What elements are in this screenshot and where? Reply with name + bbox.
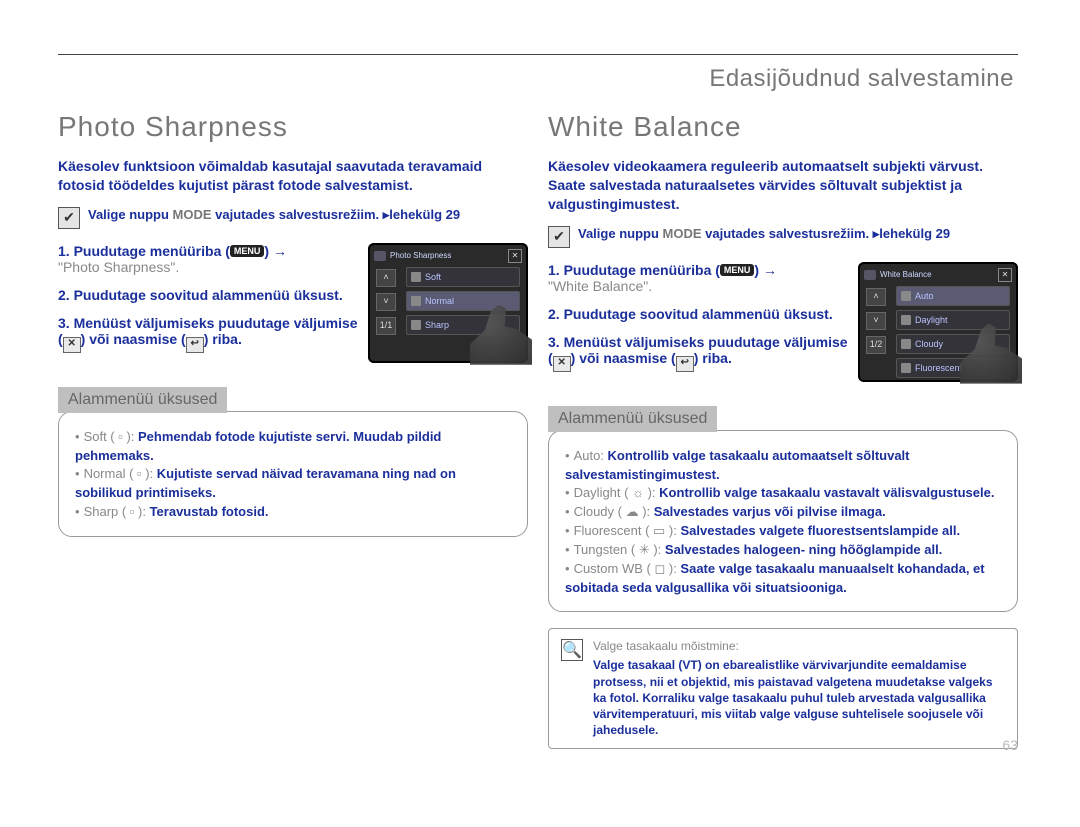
check-icon: ✔ [58,207,80,229]
bullet-sharp: •Sharp ( ▫ ): Teravustab fotosid. [75,503,511,522]
step2: 2. Puudutage soovitud alammenüü üksust. [58,287,360,303]
section-photo-sharpness: Photo Sharpness Käesolev funktsioon võim… [58,111,528,749]
mode-note: Valige nuppu MODE vajutades salvestusrež… [88,207,460,223]
check-icon: ✔ [548,226,570,248]
mode-note-wb: Valige nuppu MODE vajutades salvestusrež… [578,226,950,242]
lcd-paging-wb: 1/2 [866,336,886,354]
step1-wb: 1. Puudutage menüüriba (MENU) → [548,262,777,278]
info-body: Valge tasakaal (VT) on ebarealistlike vä… [593,657,1005,738]
bullet-cloudy: •Cloudy ( ☁ ): Salvestades varjus või pi… [565,503,1001,522]
lcd-up-icon: ˄ [866,288,886,306]
submenu-panel: •Soft ( ▫ ): Pehmendab fotode kujutiste … [58,411,528,537]
heading-white-balance: White Balance [548,111,1018,143]
lcd-option-auto: Auto [896,286,1010,306]
step1: 1. Puudutage menüüriba (MENU) → [58,243,287,259]
bullet-custom-wb: •Custom WB ( ◻ ): Saate valge tasakaalu … [565,560,1001,598]
lcd-up-icon: ˄ [376,269,396,287]
camera-icon [374,251,386,261]
bullet-daylight: •Daylight ( ☼ ): Kontrollib valge tasaka… [565,484,1001,503]
lcd-title: Photo Sharpness [390,251,451,260]
lcd-preview-sharpness: Photo Sharpness ✕ ˄ ˅ 1/1 Soft Normal Sh… [368,243,528,363]
info-box: 🔍 Valge tasakaalu mõistmine: Valge tasak… [548,628,1018,749]
step2-wb: 2. Puudutage soovitud alammenüü üksust. [548,306,850,322]
step3: 3. Menüüst väljumiseks puudutage väljumi… [58,315,360,353]
step3-wb: 3. Menüüst väljumiseks puudutage väljumi… [548,334,850,372]
bullet-fluorescent: •Fluorescent ( ▭ ): Salvestades valgete … [565,522,1001,541]
bullet-soft: •Soft ( ▫ ): Pehmendab fotode kujutiste … [75,428,511,466]
info-title: Valge tasakaalu mõistmine: [593,639,1005,653]
lcd-title-wb: White Balance [880,270,932,279]
close-icon: ✕ [553,356,571,372]
lcd-preview-wb: White Balance ✕ ˄ ˅ 1/2 Auto Daylight Cl… [858,262,1018,382]
submenu-panel-wb: •Auto: Kontrollib valge tasakaalu automa… [548,430,1018,613]
heading-photo-sharpness: Photo Sharpness [58,111,528,143]
intro-text-wb: Käesolev videokaamera reguleerib automaa… [548,157,1018,214]
lcd-paging: 1/1 [376,317,396,335]
step1-wb-item: "White Balance". [548,278,652,294]
close-icon: ✕ [63,337,81,353]
bullet-normal: •Normal ( ▫ ): Kujutiste servad näivad t… [75,465,511,503]
return-icon: ↩ [676,356,694,372]
submenu-header-wb: Alammenüü üksused [548,406,717,432]
bullet-tungsten: •Tungsten ( ✳ ): Salvestades halogeen- n… [565,541,1001,560]
camera-icon [864,270,876,280]
step1-item: "Photo Sharpness". [58,259,179,275]
lcd-down-icon: ˅ [376,293,396,311]
lcd-option-soft: Soft [406,267,520,287]
page-number: 63 [1002,737,1018,753]
section-white-balance: White Balance Käesolev videokaamera regu… [548,111,1018,749]
magnifier-icon: 🔍 [561,639,583,661]
return-icon: ↩ [186,337,204,353]
lcd-close-icon: ✕ [508,249,522,263]
menu-chip-icon: MENU [720,264,755,276]
lcd-down-icon: ˅ [866,312,886,330]
bullet-auto: •Auto: Kontrollib valge tasakaalu automa… [565,447,1001,485]
menu-chip-icon: MENU [230,245,265,257]
submenu-header: Alammenüü üksused [58,387,227,413]
lcd-close-icon: ✕ [998,268,1012,282]
intro-text: Käesolev funktsioon võimaldab kasutajal … [58,157,528,195]
chapter-title: Edasijõudnud salvestamine [58,65,1014,93]
